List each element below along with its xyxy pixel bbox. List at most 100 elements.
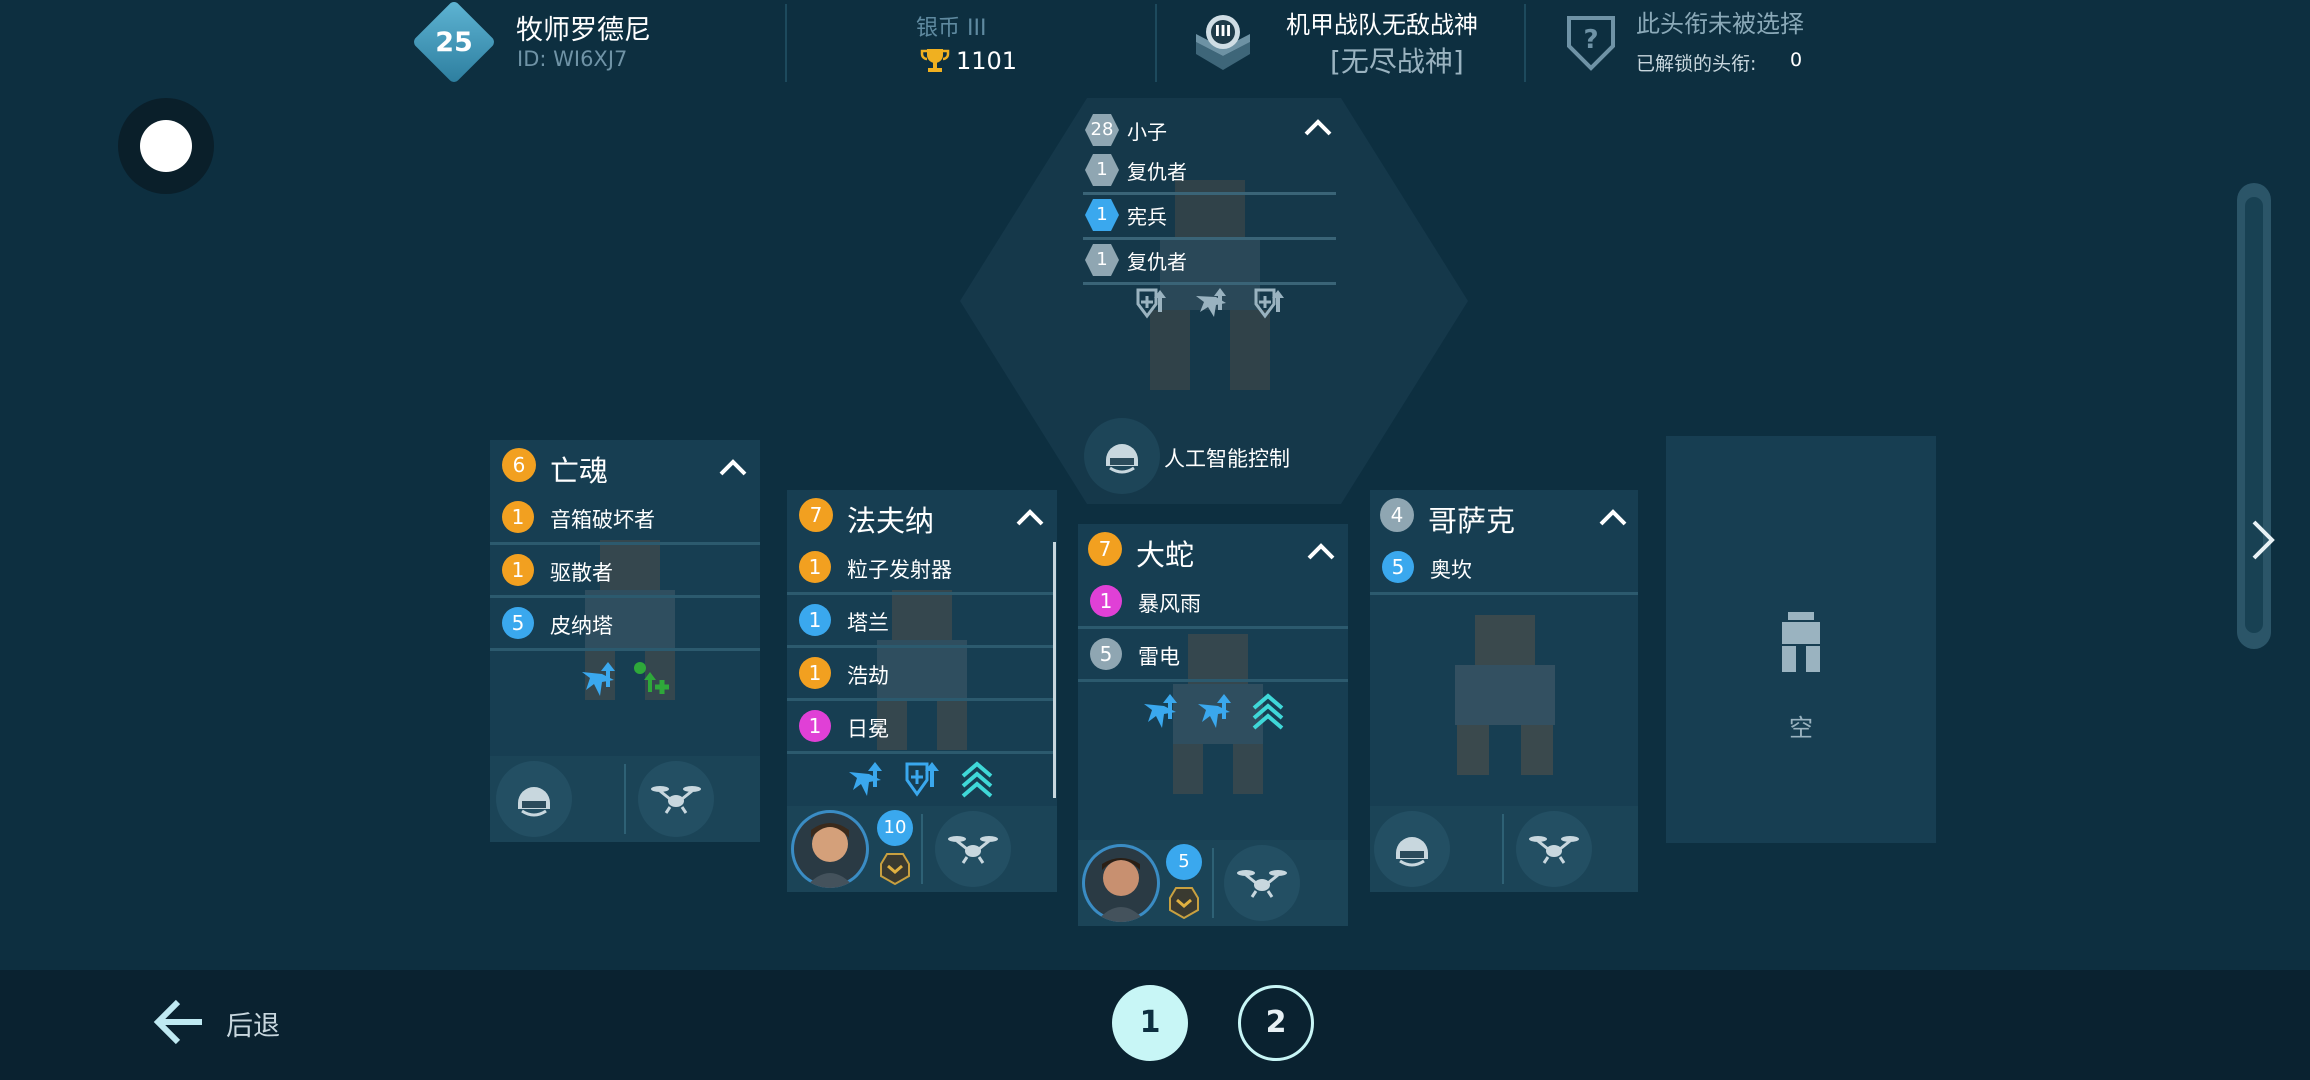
- ai-pilot-label: 人工智能控制: [1164, 447, 1290, 471]
- weapon-level: 1: [799, 657, 831, 689]
- center-robot-header: 28 小子: [1083, 110, 1336, 152]
- chevron-up-icon[interactable]: [716, 450, 750, 484]
- ability-icon: [634, 662, 669, 694]
- vertical-scrollbar[interactable]: [2237, 183, 2271, 649]
- drone-slot[interactable]: [638, 761, 714, 837]
- weapon-row[interactable]: 1 浩劫: [787, 648, 1053, 701]
- weapon-level: 1: [502, 501, 534, 533]
- ai-helmet-icon: [1106, 444, 1138, 474]
- center-weapon-row[interactable]: 1 复仇者: [1083, 150, 1336, 195]
- page-2-button[interactable]: 2: [1238, 985, 1314, 1061]
- ability-icon: [905, 762, 939, 797]
- robot-level: 7: [799, 498, 833, 532]
- weapon-name: 复仇者: [1127, 160, 1187, 184]
- weapon-level: 1: [1096, 159, 1108, 180]
- drone-slot[interactable]: [935, 811, 1011, 887]
- robot-name: 大蛇: [1136, 538, 1195, 572]
- chevron-up-icon[interactable]: [1303, 116, 1333, 142]
- unlocked-titles-label: 已解锁的头衔:: [1636, 53, 1757, 75]
- drone-icon: [1529, 836, 1579, 864]
- pilot-slot[interactable]: [496, 761, 572, 837]
- pilot-slot[interactable]: [1374, 811, 1450, 887]
- weapon-row[interactable]: 5 皮纳塔: [490, 598, 760, 651]
- ability-icon: [1196, 288, 1226, 317]
- weapon-row[interactable]: 5 雷电: [1078, 629, 1348, 682]
- weapon-level: 1: [799, 710, 831, 742]
- center-abilities: [1132, 286, 1292, 322]
- weapon-name: 粒子发射器: [847, 558, 952, 582]
- weapon-row[interactable]: 1 驱散者: [490, 545, 760, 598]
- robot-name: 法夫纳: [847, 504, 935, 538]
- ability-icon: [961, 761, 993, 798]
- weapon-name: 浩劫: [847, 664, 889, 688]
- weapon-level: 5: [1090, 638, 1122, 670]
- ability-icon: [582, 662, 615, 696]
- player-name: 牧师罗德尼: [516, 15, 651, 46]
- weapon-level: 1: [1096, 204, 1108, 225]
- weapon-level: 5: [502, 607, 534, 639]
- weapon-row[interactable]: 1 塔兰: [787, 595, 1053, 648]
- weapon-level: 1: [1090, 585, 1122, 617]
- back-button[interactable]: 后退: [152, 994, 292, 1054]
- weapon-level: 5: [1382, 551, 1414, 583]
- rank-chevron-icon: [1169, 887, 1199, 920]
- drone-icon: [1237, 870, 1287, 898]
- robot-card-orochi[interactable]: 7 大蛇 1 暴风雨 5 雷电 5: [1078, 524, 1348, 926]
- robot-name: 哥萨克: [1428, 504, 1516, 538]
- weapon-row[interactable]: 1 暴风雨: [1078, 576, 1348, 629]
- title-status: 此头衔未被选择: [1636, 10, 1804, 38]
- ability-icon: [1252, 693, 1284, 730]
- empty-robot-slot[interactable]: 空: [1666, 436, 1936, 843]
- drone-slot[interactable]: [1516, 811, 1592, 887]
- chevron-up-icon[interactable]: [1013, 500, 1047, 534]
- robot-card-fafnir[interactable]: 7 法夫纳 1 粒子发射器 1 塔兰 1 浩劫 1 日冕 10: [787, 490, 1057, 892]
- robot-header: 7 法夫纳: [787, 490, 1057, 542]
- question-shield-icon: ?: [1565, 14, 1617, 76]
- robot-header: 7 大蛇: [1078, 524, 1348, 576]
- weapon-row[interactable]: 1 音箱破坏者: [490, 492, 760, 545]
- chevron-up-icon[interactable]: [1596, 500, 1630, 534]
- robot-card-wraith[interactable]: 6 亡魂 1 音箱破坏者 1 驱散者 5 皮纳塔: [490, 440, 760, 842]
- pilot-drone-bar: [490, 756, 760, 842]
- ability-icon: [1144, 694, 1177, 728]
- center-weapon-row[interactable]: 1 宪兵: [1083, 195, 1336, 240]
- weapon-row[interactable]: 5 奥坎: [1370, 542, 1638, 595]
- back-arrow-icon: [153, 999, 202, 1045]
- drone-icon: [651, 786, 701, 814]
- robot-level: 6: [502, 448, 536, 482]
- weapon-name: 暴风雨: [1138, 592, 1201, 616]
- pilot-level: 5: [1166, 844, 1202, 880]
- clan-badge-label: III: [1214, 22, 1232, 40]
- weapon-level: 1: [1096, 249, 1108, 270]
- weapon-name: 雷电: [1138, 645, 1180, 669]
- center-robot-level-badge: 28: [1085, 114, 1119, 146]
- pilot-portrait-icon[interactable]: [1082, 844, 1160, 922]
- robot-card-cossack[interactable]: 4 哥萨克 5 奥坎: [1370, 490, 1638, 892]
- floating-menu-button[interactable]: [118, 98, 214, 194]
- weapon-row[interactable]: 1 粒子发射器: [787, 542, 1053, 595]
- page-1-button[interactable]: 1: [1112, 985, 1188, 1061]
- weapon-name: 日冕: [847, 717, 889, 741]
- robot-level: 7: [1088, 532, 1122, 566]
- weapon-name: 复仇者: [1127, 250, 1187, 274]
- robot-header: 6 亡魂: [490, 440, 760, 492]
- scrollbar[interactable]: [1053, 542, 1056, 798]
- drone-slot[interactable]: [1224, 845, 1300, 921]
- ai-pilot-slot[interactable]: [1084, 418, 1160, 494]
- weapon-name: 塔兰: [847, 611, 889, 635]
- weapon-row[interactable]: 1 日冕: [787, 701, 1053, 754]
- chevron-up-icon[interactable]: [1304, 534, 1338, 568]
- weapon-level: 1: [799, 551, 831, 583]
- floating-button-dot: [140, 120, 192, 172]
- ability-icon: [849, 762, 882, 796]
- ability-icon: [1136, 288, 1166, 319]
- player-level: 25: [435, 26, 473, 58]
- robot-level: 4: [1380, 498, 1414, 532]
- clan-tag: [无尽战神]: [1330, 45, 1464, 78]
- center-weapon-row[interactable]: 1 复仇者: [1083, 240, 1336, 285]
- league-name: 银币 III: [916, 16, 987, 41]
- chevron-right-icon[interactable]: [2246, 516, 2280, 564]
- pilot-drone-bar: 10: [787, 806, 1057, 892]
- pilot-portrait-icon[interactable]: [791, 810, 869, 888]
- trophy-icon: [920, 46, 950, 80]
